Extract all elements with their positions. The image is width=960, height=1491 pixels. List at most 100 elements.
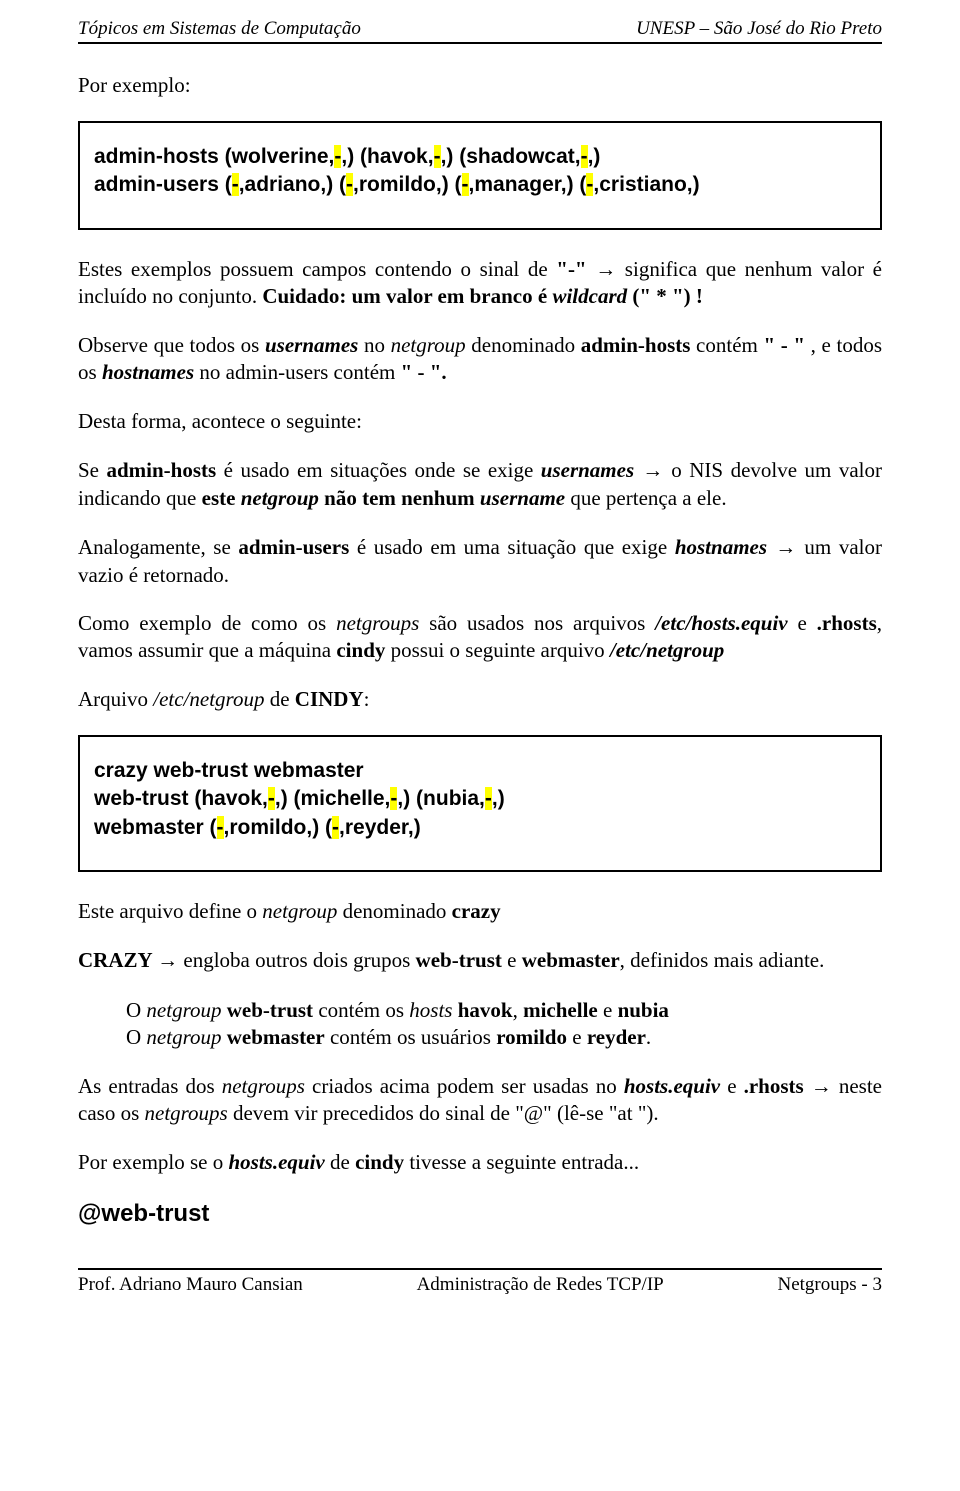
t: /etc/netgroup	[610, 638, 724, 662]
t: engloba outros dois grupos	[178, 948, 415, 972]
t: não tem nenhum	[319, 486, 480, 510]
t: O	[126, 1025, 146, 1049]
t: de	[325, 1150, 355, 1174]
t: este	[202, 486, 241, 510]
t: e	[720, 1074, 743, 1098]
t: admin-hosts (wolverine,	[94, 145, 334, 168]
t: hosts.equiv	[228, 1150, 324, 1174]
t: , definidos mais adiante.	[620, 948, 825, 972]
t: ,romildo,) (	[224, 816, 333, 839]
t: .	[646, 1025, 651, 1049]
t: no admin-users contém	[194, 360, 400, 384]
footer-bar: Prof. Adriano Mauro Cansian Administraçã…	[78, 1268, 882, 1296]
hl-dash: -	[462, 173, 469, 196]
t: romildo	[496, 1025, 567, 1049]
t: ,manager,) (	[469, 173, 587, 196]
header-right: UNESP – São José do Rio Preto	[636, 18, 882, 40]
t: webmaster	[227, 1025, 325, 1049]
header-left: Tópicos em Sistemas de Computação	[78, 18, 361, 40]
footer-right: Netgroups - 3	[778, 1274, 882, 1296]
footer-center: Administração de Redes TCP/IP	[417, 1274, 664, 1296]
code-box-1: admin-hosts (wolverine,-,) (havok,-,) (s…	[78, 121, 882, 230]
t: Estes exemplos possuem campos contendo o…	[78, 257, 556, 281]
t: nubia	[618, 998, 669, 1022]
t: ,)	[588, 145, 601, 168]
t: no	[358, 333, 390, 357]
t: são usados nos arquivos	[419, 611, 655, 635]
t: netgroups	[145, 1101, 228, 1125]
t: (" * ") !	[627, 284, 703, 308]
hl-dash: -	[217, 816, 224, 839]
t: ,cristiano,)	[593, 173, 699, 196]
t: /etc/netgroup	[153, 687, 264, 711]
t: ,)	[492, 787, 505, 810]
t: netgroups	[222, 1074, 305, 1098]
t: netgroup	[391, 333, 466, 357]
p8: Este arquivo define o netgroup denominad…	[78, 898, 882, 925]
p13: Por exemplo se o hosts.equiv de cindy ti…	[78, 1149, 882, 1176]
arrow-icon: →	[595, 258, 616, 281]
document-page: Tópicos em Sistemas de Computação UNESP …	[0, 0, 960, 1306]
t: ,romildo,) (	[353, 173, 462, 196]
t: webmaster (	[94, 816, 217, 839]
t: possui o seguinte arquivo	[385, 638, 610, 662]
t: ,adriano,) (	[239, 173, 346, 196]
arrow-icon: →	[811, 1075, 832, 1098]
t: Por exemplo se o	[78, 1150, 228, 1174]
t: usernames	[265, 333, 358, 357]
t: Como exemplo de como os	[78, 611, 336, 635]
t: ,) (nubia,	[397, 787, 485, 810]
p7: Arquivo /etc/netgroup de CINDY:	[78, 686, 882, 713]
t: cindy	[336, 638, 385, 662]
p2: Observe que todos os usernames no netgro…	[78, 332, 882, 386]
t: admin-hosts	[106, 458, 216, 482]
t: hostnames	[102, 360, 194, 384]
p11: O netgroup webmaster contém os usuários …	[126, 1024, 882, 1051]
box2-line1: crazy web-trust webmaster	[94, 757, 866, 785]
t: admin-hosts	[581, 333, 691, 357]
t: web-trust	[416, 948, 502, 972]
p4: Se admin-hosts é usado em situações onde…	[78, 457, 882, 512]
t: reyder	[587, 1025, 646, 1049]
t: é usado em situações onde se exige	[216, 458, 541, 482]
t: é usado em uma situação que exige	[349, 535, 675, 559]
t: contém os usuários	[325, 1025, 496, 1049]
p1: Estes exemplos possuem campos contendo o…	[78, 256, 882, 311]
p12: As entradas dos netgroups criados acima …	[78, 1073, 882, 1128]
t: CRAZY	[78, 948, 157, 972]
t: denominado	[466, 333, 581, 357]
t: e	[788, 611, 817, 635]
t: Analogamente, se	[78, 535, 238, 559]
box2-line2: web-trust (havok,-,) (michelle,-,) (nubi…	[94, 785, 866, 813]
t: usernames	[541, 458, 634, 482]
arrow-icon: →	[634, 459, 671, 482]
t: cindy	[355, 1150, 404, 1174]
t: contém os	[313, 998, 409, 1022]
web-trust-line: @web-trust	[78, 1200, 882, 1228]
t: Este arquivo define o	[78, 899, 262, 923]
hl-dash: -	[581, 145, 588, 168]
t: michelle	[523, 998, 598, 1022]
t: netgroups	[336, 611, 419, 635]
box1-line1: admin-hosts (wolverine,-,) (havok,-,) (s…	[94, 143, 866, 171]
t: username	[480, 486, 565, 510]
t: As entradas dos	[78, 1074, 222, 1098]
t: denominado	[337, 899, 451, 923]
code-box-2: crazy web-trust webmaster web-trust (hav…	[78, 735, 882, 872]
t: O	[126, 998, 146, 1022]
header-bar: Tópicos em Sistemas de Computação UNESP …	[78, 18, 882, 44]
t: wildcard	[552, 284, 627, 308]
hl-dash: -	[268, 787, 275, 810]
p10: O netgroup web-trust contém os hosts hav…	[126, 997, 882, 1024]
t: hosts	[409, 998, 457, 1022]
t: .rhosts	[817, 611, 877, 635]
t: netgroup	[146, 1025, 226, 1049]
t: e	[598, 998, 618, 1022]
t: que pertença a ele.	[565, 486, 726, 510]
t: ,) (havok,	[341, 145, 433, 168]
p5: Analogamente, se admin-users é usado em …	[78, 534, 882, 589]
arrow-icon: →	[767, 536, 804, 559]
t: Observe que todos os	[78, 333, 265, 357]
t: havok	[458, 998, 513, 1022]
t: tivesse a seguinte entrada...	[404, 1150, 639, 1174]
